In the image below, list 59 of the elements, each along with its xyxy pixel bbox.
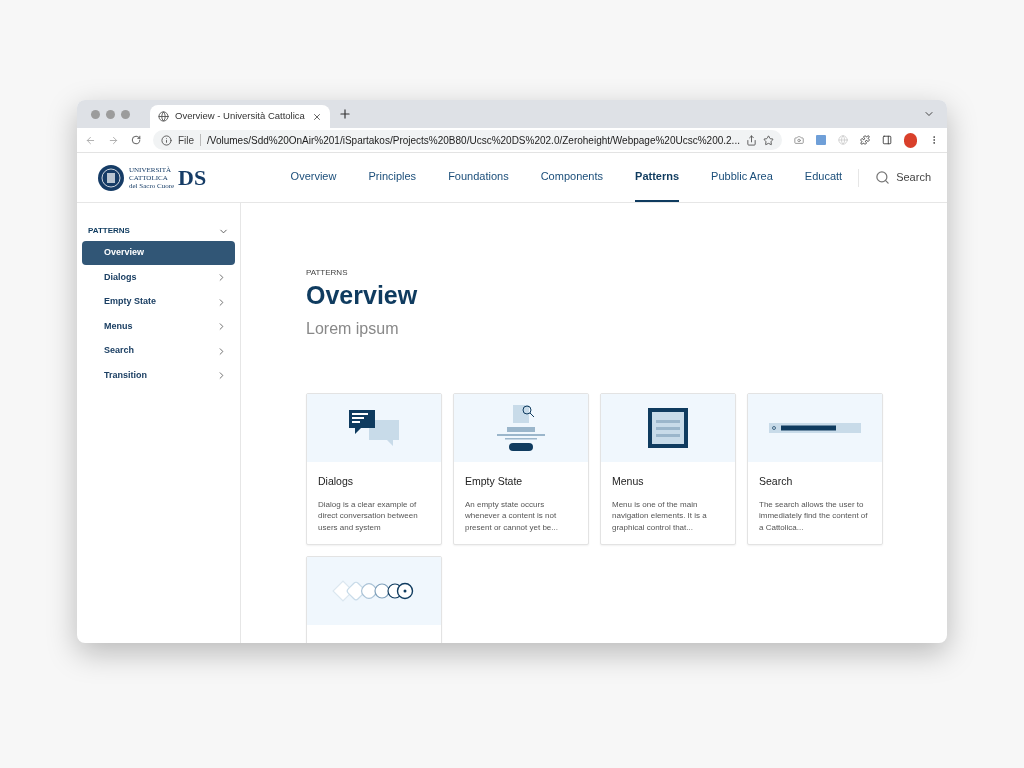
empty-state-icon <box>495 403 547 453</box>
pattern-card[interactable]: Dialogs Dialog is a clear example of direct conversation between users and system <box>306 393 442 545</box>
globe-extension-icon[interactable] <box>838 134 849 146</box>
side-panel-icon[interactable] <box>882 134 893 146</box>
card-title: Dialogs <box>318 474 355 489</box>
maximize-window-icon[interactable] <box>121 109 130 119</box>
transition-shapes-icon <box>332 580 416 602</box>
university-seal-icon <box>97 163 125 192</box>
profile-avatar[interactable] <box>904 132 917 148</box>
minimize-window-icon[interactable] <box>106 109 115 119</box>
eyebrow-label: PATTERNS <box>306 267 349 279</box>
sidebar-item[interactable]: Menus <box>82 314 235 339</box>
card-description: Menu is one of the main navigation elements. It is a graphical control that... <box>612 498 708 534</box>
nav-link[interactable]: Components <box>540 153 604 202</box>
image-extension-icon[interactable] <box>816 135 827 145</box>
search-bar-icon <box>769 423 861 433</box>
info-icon <box>160 134 172 146</box>
close-window-icon[interactable] <box>91 109 100 119</box>
globe-icon <box>158 111 169 122</box>
nav-link[interactable]: Educatt <box>804 153 843 202</box>
pattern-card[interactable]: Search The search allows the user to immediately find the content of a Cattolica... <box>747 393 883 545</box>
sidebar-item[interactable]: Dialogs <box>82 265 235 290</box>
search-icon <box>875 170 891 185</box>
page-subtitle: Lorem ipsum <box>306 319 400 339</box>
pattern-card[interactable]: Menus Menu is one of the main navigation elements. It is a graphical control that... <box>600 393 736 545</box>
logo-mark: DS <box>178 164 207 192</box>
sidebar-item[interactable]: Search <box>82 339 235 363</box>
share-icon[interactable] <box>745 134 757 146</box>
address-bar[interactable]: File /Volumes/Sdd%20OnAir%201/iSpartakos/Projects%20B80/Ucsc%20DS%202.0/Zeroheight/Webpage%20Ucsc%200.2... <box>152 130 782 150</box>
chat-bubbles-icon <box>349 410 399 446</box>
new-tab-icon[interactable] <box>338 107 352 121</box>
page-title: Overview <box>306 280 419 311</box>
card-description: Dialog is a clear example of direct conversation between users and system <box>318 498 419 534</box>
nav-link[interactable]: Pubblic Area <box>711 153 773 202</box>
menu-list-icon <box>648 408 688 448</box>
card-title: Empty State <box>465 474 524 489</box>
url-scheme: File <box>177 133 195 148</box>
pattern-card[interactable]: Empty State An empty state occurs whenever a content is not present or cannot yet be... <box>453 393 589 545</box>
card-description: An empty state occurs whenever a content is not present or cannot yet be... <box>465 498 559 534</box>
nav-link[interactable]: Patterns <box>635 153 680 202</box>
nav-link[interactable]: Overview <box>290 153 337 202</box>
sidebar-item[interactable]: Transition <box>82 363 235 388</box>
nav-link[interactable]: Principles <box>368 153 417 202</box>
card-title: Menus <box>612 474 645 489</box>
bookmark-star-icon[interactable] <box>762 134 774 146</box>
sidebar-section-title: PATTERNS <box>88 225 130 237</box>
url-text: /Volumes/Sdd%20OnAir%201/iSpartakos/Projects%20B80/Ucsc%20DS%202.0/Zeroheight/Webpage%20Ucsc%200.2... <box>207 133 740 148</box>
card-title: Search <box>759 474 794 489</box>
camera-icon[interactable] <box>793 134 804 146</box>
reload-icon[interactable] <box>130 134 141 146</box>
nav-link[interactable]: Foundations <box>448 153 509 202</box>
extensions-icon[interactable] <box>860 134 871 146</box>
sidebar-item[interactable]: Empty State <box>82 290 235 314</box>
tab-title: Overview - Università Cattolica <box>175 109 306 124</box>
sidebar-item[interactable]: Overview <box>82 241 235 265</box>
card-description: The search allows the user to immediately find the content of a Cattolica... <box>759 498 869 534</box>
browser-tab[interactable]: Overview - Università Cattolica <box>150 105 330 128</box>
close-tab-icon[interactable] <box>312 111 322 122</box>
search-button[interactable]: Search <box>875 169 931 186</box>
